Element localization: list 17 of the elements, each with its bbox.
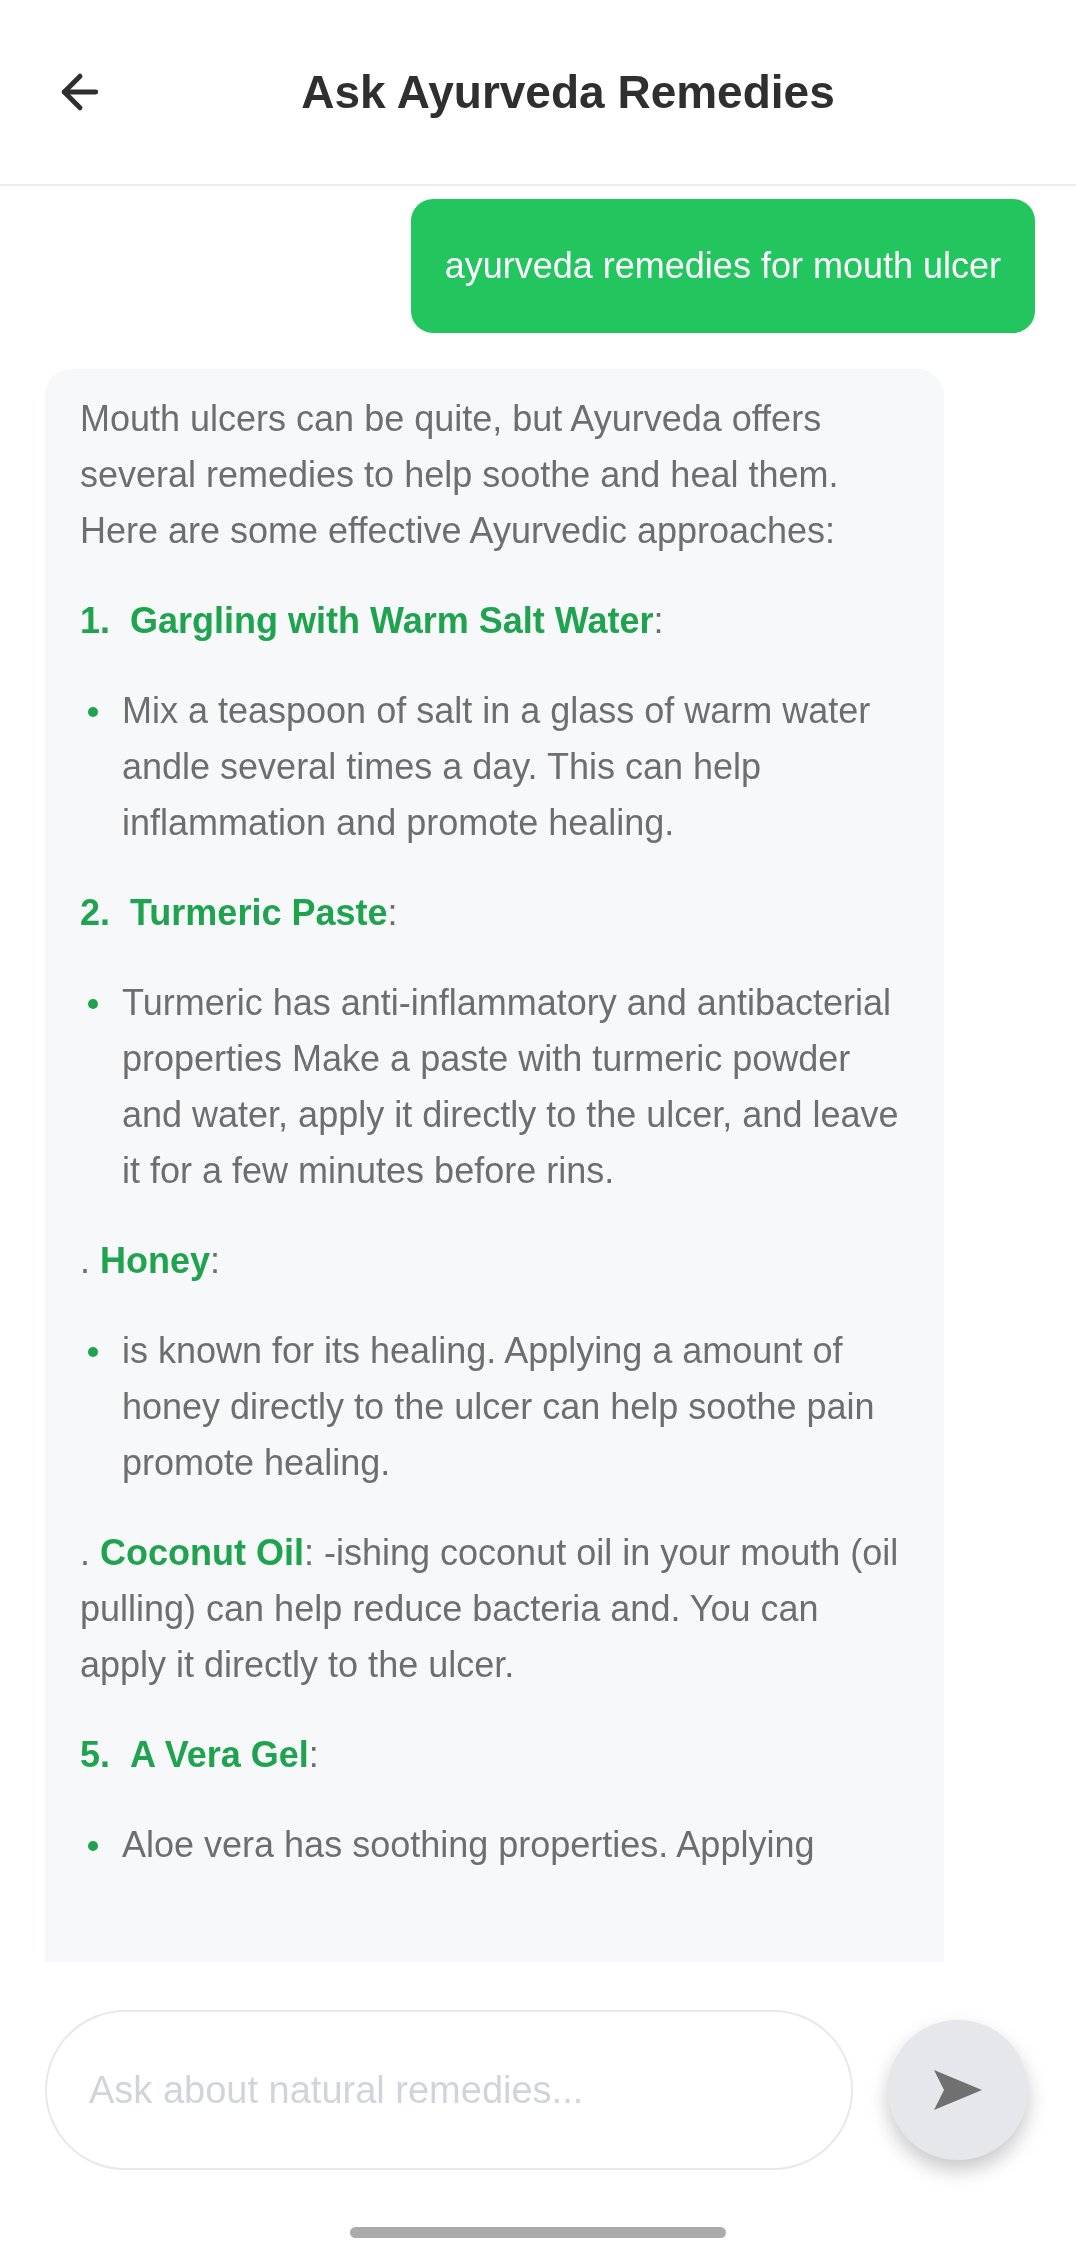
section-heading: 2. Turmeric Paste: [80, 891, 399, 935]
user-message: ayurveda remedies for mouth ulcer [410, 199, 1035, 333]
page-title: Ask Ayurveda Remedies [300, 64, 836, 120]
section-heading: . Coconut Oil: -ishing coconut oil in your mouth (oil pulling) can help reduce bacteria and. You can apply it directly to the ulcer. [80, 1531, 900, 1687]
bullet-icon [88, 1347, 98, 1357]
bullet-icon [88, 999, 98, 1009]
section-heading: . Honey: [80, 1239, 222, 1283]
message-paragraph: Mouth ulcers can be quite, but Ayurveda offers several remedies to help soothe and heal them. Here are some effective Ayurvedic approaches: [80, 397, 840, 553]
bullet-icon [88, 707, 98, 717]
section-heading: 1. Gargling with Warm Salt Water: [80, 599, 665, 643]
bullet-text: is known for its healing. Applying a amount of honey directly to the ulcer can help soothe pain promote healing. [122, 1329, 876, 1485]
bullet-text: Mix a teaspoon of salt in a glass of warm water andle several times a day. This can help inflammation and promote healing. [122, 689, 872, 845]
send-icon [934, 2070, 982, 2110]
section-heading: 5. A Vera Gel: [80, 1733, 320, 1777]
bullet-text: Turmeric has anti-inflammatory and antibacterial properties Make a paste with turmeric powder and water, apply it directly to the ulcer, and leave it for a few minutes before rins. [122, 981, 900, 1193]
bullet-icon [88, 1841, 98, 1851]
bullet-text: Aloe vera has soothing properties. Applying [122, 1823, 815, 1867]
